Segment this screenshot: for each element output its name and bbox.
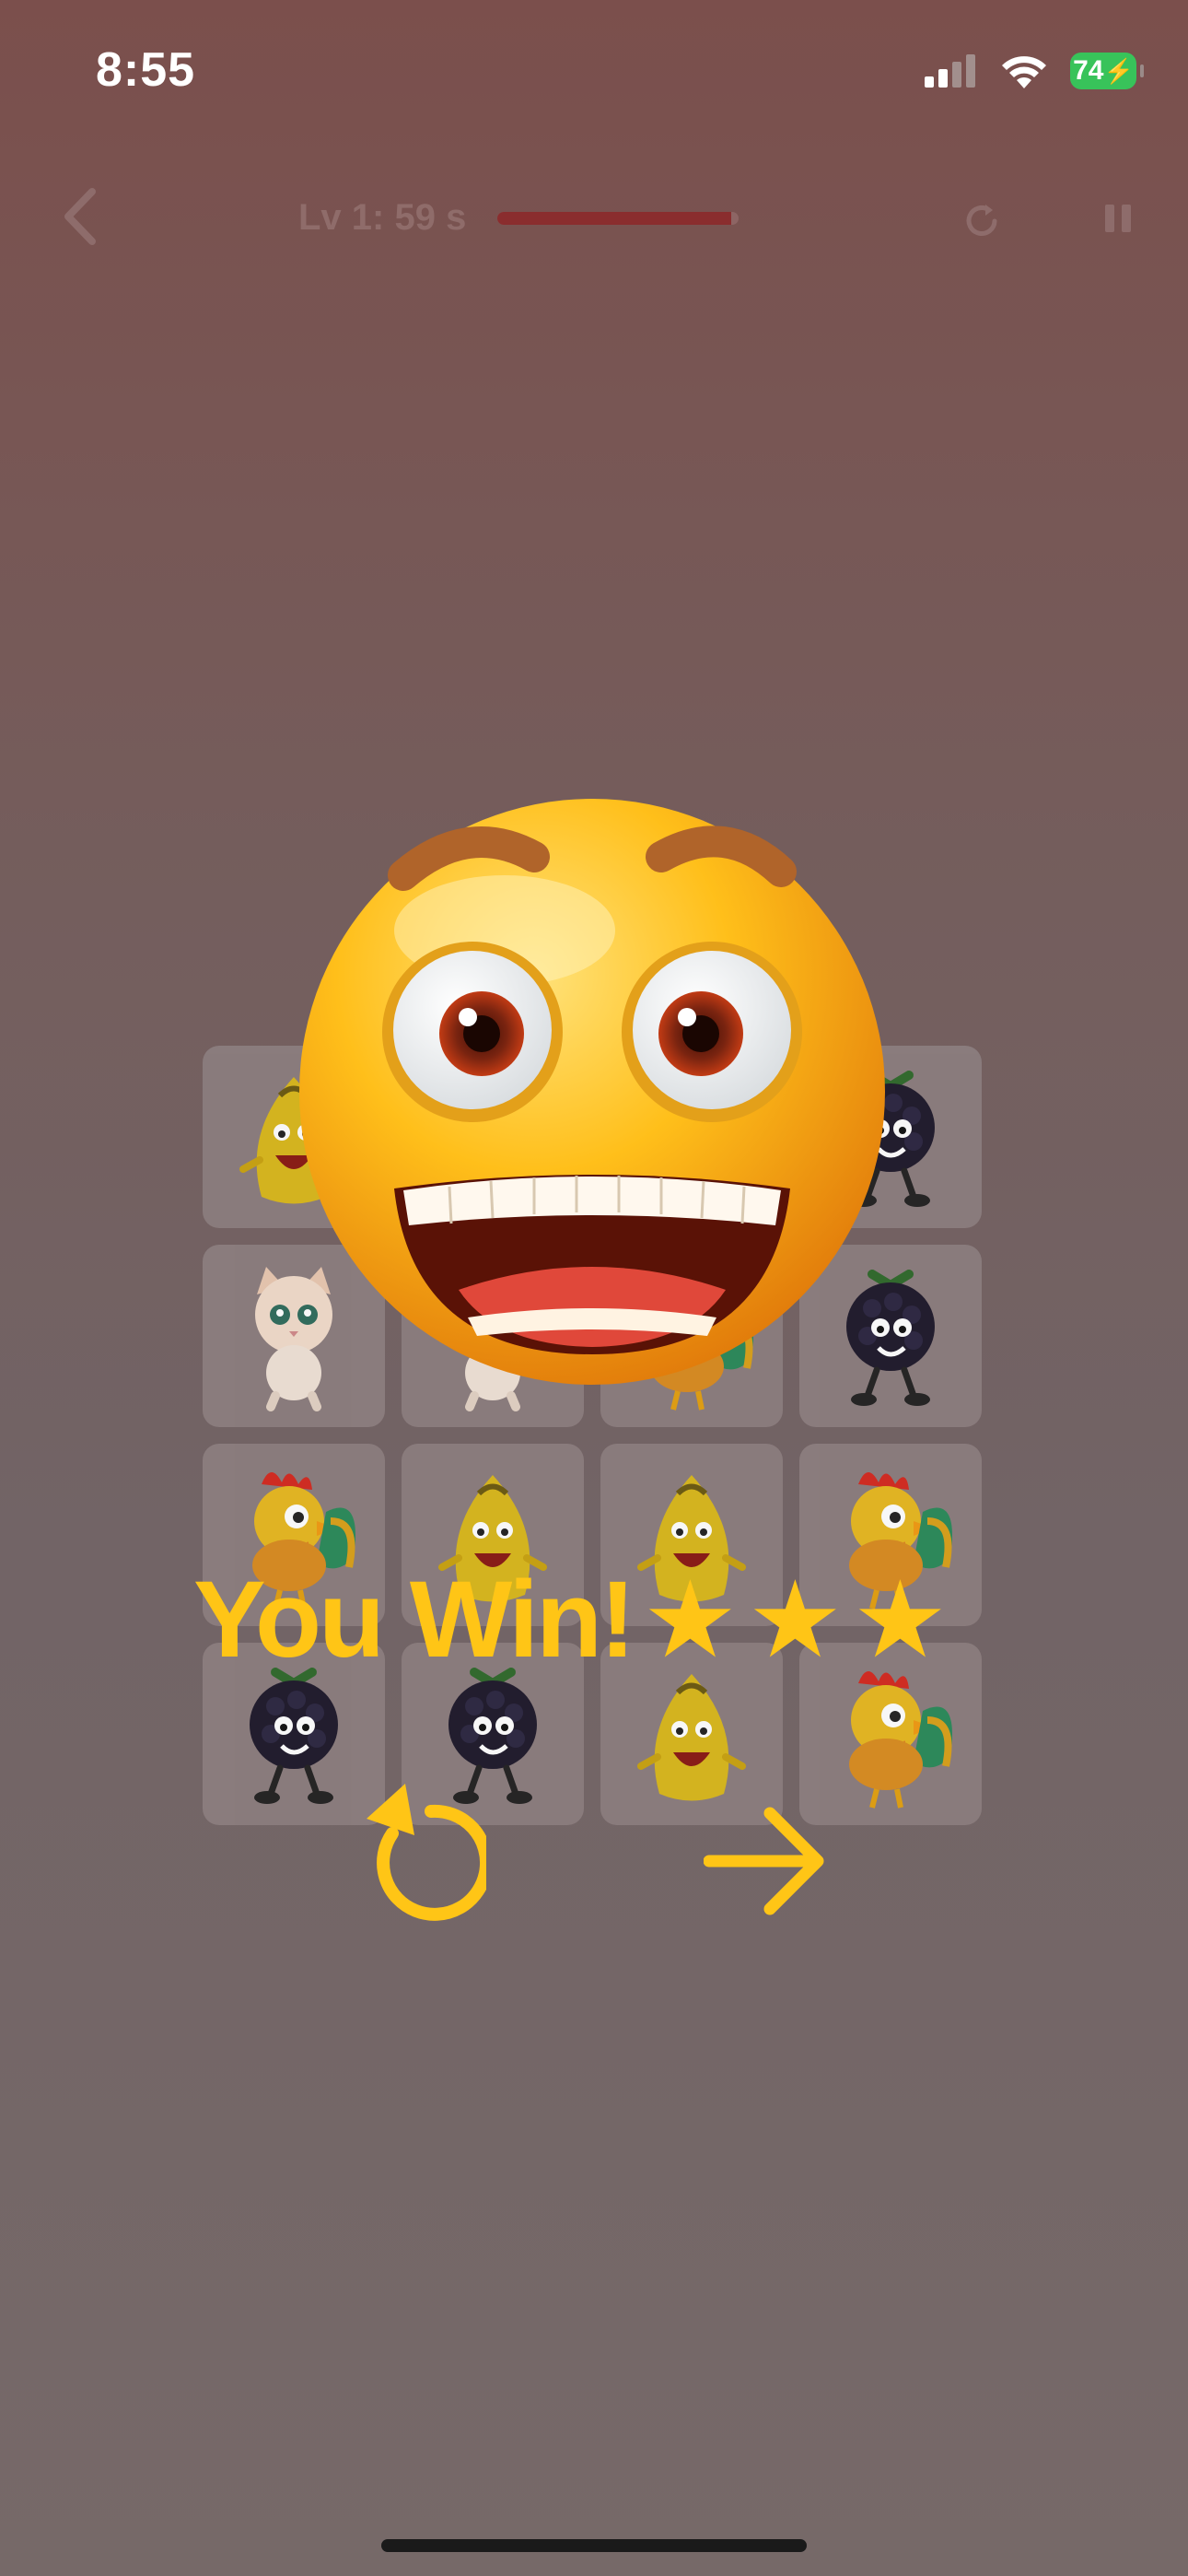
star-icon: ★ [747,1560,844,1680]
grinning-emoji-icon [299,799,885,1385]
wifi-icon [1002,56,1046,88]
star-icon: ★ [852,1560,949,1680]
replay-icon[interactable] [357,1778,486,1926]
star-icon: ★ [642,1560,739,1680]
chevron-left-icon[interactable] [55,184,111,249]
home-indicator [381,2539,807,2552]
timer-bar-fill [497,212,732,225]
battery-icon: 74 ⚡ [1070,53,1144,89]
timer-bar [497,212,739,225]
win-banner: You Win! ★ ★ ★ [193,1557,1022,1682]
status-time: 8:55 [96,43,196,97]
battery-level: 74 [1073,55,1104,86]
status-icons: 74 ⚡ [925,48,1144,94]
arrow-right-icon[interactable] [704,1797,833,1926]
refresh-icon[interactable] [961,201,1002,241]
win-title: You Win! [193,1559,635,1680]
level-timer-label: Lv 1: 59 s [298,197,467,238]
pause-icon[interactable] [1105,205,1133,236]
cellular-signal-icon [925,54,975,88]
star-rating: ★ ★ ★ [642,1566,948,1673]
